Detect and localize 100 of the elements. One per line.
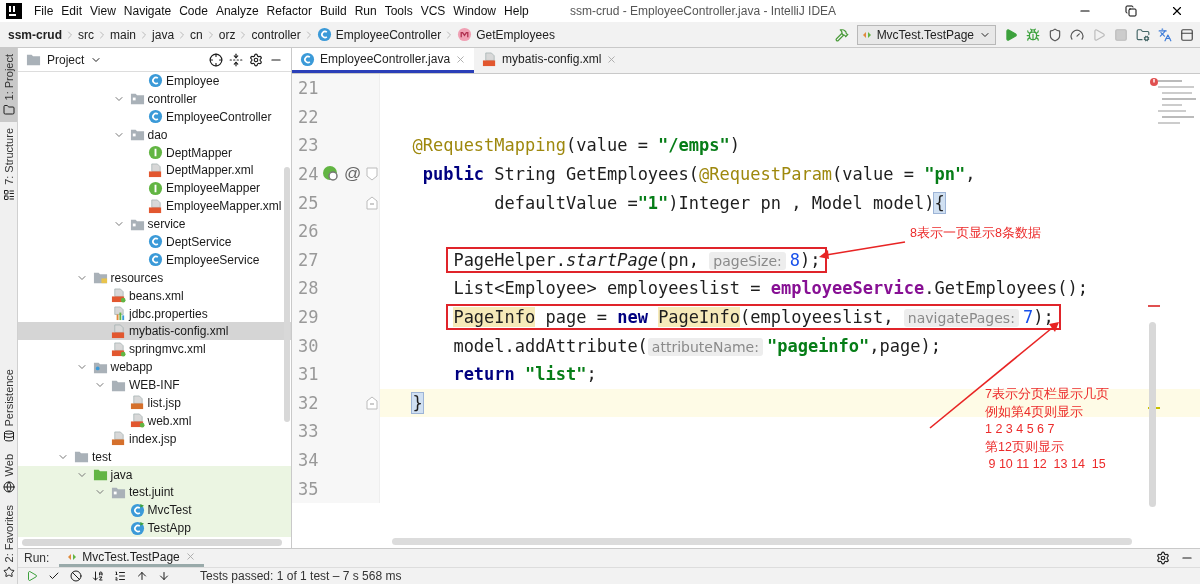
tree-item[interactable]: service — [18, 215, 291, 233]
line-number: 30 — [297, 335, 320, 356]
tree-item[interactable]: dao — [18, 125, 291, 144]
arrow-down-icon[interactable] — [158, 570, 170, 583]
hammer-icon[interactable] — [834, 27, 849, 42]
folder-settings-icon[interactable] — [1136, 27, 1150, 42]
tree-item[interactable]: EmployeeController — [18, 107, 291, 126]
run-config-dropdown[interactable]: MvcTest.TestPage — [856, 24, 996, 45]
tree-item[interactable]: webapp — [18, 358, 291, 377]
menu-item[interactable]: VCS — [416, 4, 450, 18]
code-line: model.addAttribute( attributeName: "pageinfo",page); — [453, 335, 941, 356]
ban-icon[interactable] — [70, 570, 82, 583]
tool-window-tab[interactable]: 2: Favorites — [0, 498, 17, 584]
tree-item[interactable]: DeptMapper.xml — [18, 161, 291, 180]
tree-item[interactable]: Employee — [18, 72, 291, 90]
settings-icon[interactable] — [1156, 551, 1170, 566]
restore-icon — [1125, 5, 1137, 17]
breadcrumb[interactable]: EmployeeController — [316, 27, 442, 42]
menu-item[interactable]: Analyze — [211, 4, 263, 18]
locate-icon[interactable] — [209, 52, 223, 67]
tree-item[interactable]: WEB-INF — [18, 376, 291, 395]
tree-item[interactable]: index.jsp — [18, 429, 291, 448]
scrollbar[interactable] — [284, 167, 290, 422]
fold-icon[interactable] — [366, 395, 378, 410]
breadcrumb[interactable]: GetEmployees — [457, 27, 555, 42]
fold-icon[interactable] — [366, 167, 378, 182]
arrow-up-icon[interactable] — [136, 570, 148, 583]
tree-item[interactable]: mybatis-config.xml — [18, 322, 291, 341]
breadcrumb[interactable]: java — [152, 27, 175, 42]
breadcrumb[interactable]: orz — [218, 27, 236, 42]
tool-window-tab[interactable]: 1: Project — [0, 48, 17, 123]
tree-item[interactable]: jdbc.properties — [18, 304, 291, 323]
collapse-icon[interactable] — [229, 52, 243, 67]
list-icon[interactable] — [114, 570, 126, 583]
tree-item[interactable]: controller — [18, 89, 291, 108]
package-icon — [129, 91, 145, 107]
interface-icon — [148, 180, 163, 196]
tree-item[interactable]: test — [18, 447, 291, 466]
tree-item[interactable]: TestApp — [18, 519, 291, 538]
translate-icon[interactable] — [1158, 27, 1172, 42]
menu-item[interactable]: Refactor — [262, 4, 316, 18]
xml-file-icon — [111, 341, 126, 357]
stop-icon[interactable] — [1114, 27, 1128, 42]
tree-item[interactable]: beans.xml — [18, 286, 291, 305]
editor-tab[interactable]: mybatis-config.xml — [474, 48, 626, 73]
tool-window-tab[interactable]: Web — [0, 448, 17, 499]
scrollbar[interactable] — [22, 539, 282, 546]
scrollbar[interactable] — [1149, 322, 1156, 507]
gutter-mark[interactable]: @ — [344, 164, 362, 185]
panel-title[interactable]: Project — [47, 52, 85, 67]
tree-item[interactable]: resources — [18, 268, 291, 287]
xml-file-icon — [148, 162, 163, 178]
menu-item[interactable]: Window — [449, 4, 501, 18]
breadcrumb[interactable]: cn — [190, 27, 203, 42]
breadcrumb[interactable]: main — [110, 27, 137, 42]
sort-icon[interactable] — [92, 570, 104, 583]
tree-item[interactable]: list.jsp — [18, 394, 291, 412]
tree-item[interactable]: DeptMapper — [18, 143, 291, 162]
tool-window-tab[interactable]: Persistence — [0, 362, 17, 449]
tree-item[interactable]: EmployeeMapper — [18, 179, 291, 198]
menu-item[interactable]: Code — [175, 4, 212, 18]
bean-icon[interactable] — [322, 165, 340, 184]
menu-item[interactable]: Tools — [380, 4, 417, 18]
tree-item[interactable]: springmvc.xml — [18, 340, 291, 359]
menu-item[interactable]: Edit — [57, 4, 87, 18]
settings-icon[interactable] — [249, 52, 263, 67]
menu-item[interactable]: Build — [315, 4, 351, 18]
xml-file-icon — [148, 198, 163, 214]
tree-item[interactable]: EmployeeService — [18, 250, 291, 269]
folder-icon — [74, 449, 89, 465]
window-icon[interactable] — [1180, 27, 1194, 42]
tool-window-tab[interactable]: 7: Structure — [0, 122, 17, 208]
breadcrumb[interactable]: src — [78, 27, 95, 42]
menu-item[interactable]: Navigate — [119, 4, 176, 18]
menu-item[interactable]: View — [86, 4, 120, 18]
menu-item[interactable]: Run — [350, 4, 381, 18]
scrollbar[interactable] — [392, 538, 1132, 545]
breadcrumb[interactable]: controller — [251, 27, 301, 42]
tree-item[interactable]: java — [18, 465, 291, 484]
gauge-icon[interactable] — [1070, 27, 1084, 42]
bug-icon[interactable] — [1026, 27, 1040, 42]
tree-item[interactable]: test.juint — [18, 483, 291, 502]
run-icon[interactable] — [1004, 27, 1018, 42]
play-icon[interactable] — [1092, 27, 1106, 42]
editor-tab[interactable]: EmployeeController.java — [292, 48, 475, 73]
run-tab[interactable]: MvcTest.TestPage — [59, 549, 204, 568]
tree-item[interactable]: MvcTest — [18, 501, 291, 520]
run-icon[interactable] — [26, 570, 38, 583]
error-icon[interactable] — [1150, 78, 1158, 86]
fold-icon[interactable] — [366, 195, 378, 210]
line-number: 31 — [297, 364, 320, 385]
menu-item[interactable]: Help — [500, 4, 533, 18]
menu-item[interactable]: File — [30, 4, 58, 18]
shield-icon[interactable] — [1048, 27, 1062, 42]
breadcrumb[interactable]: ssm-crud — [8, 27, 63, 42]
tree-item[interactable]: DeptService — [18, 233, 291, 251]
tree-item[interactable]: web.xml — [18, 411, 291, 430]
tree-item[interactable]: EmployeeMapper.xml — [18, 197, 291, 216]
class-icon — [148, 73, 163, 89]
jsp-file-icon — [129, 395, 145, 411]
